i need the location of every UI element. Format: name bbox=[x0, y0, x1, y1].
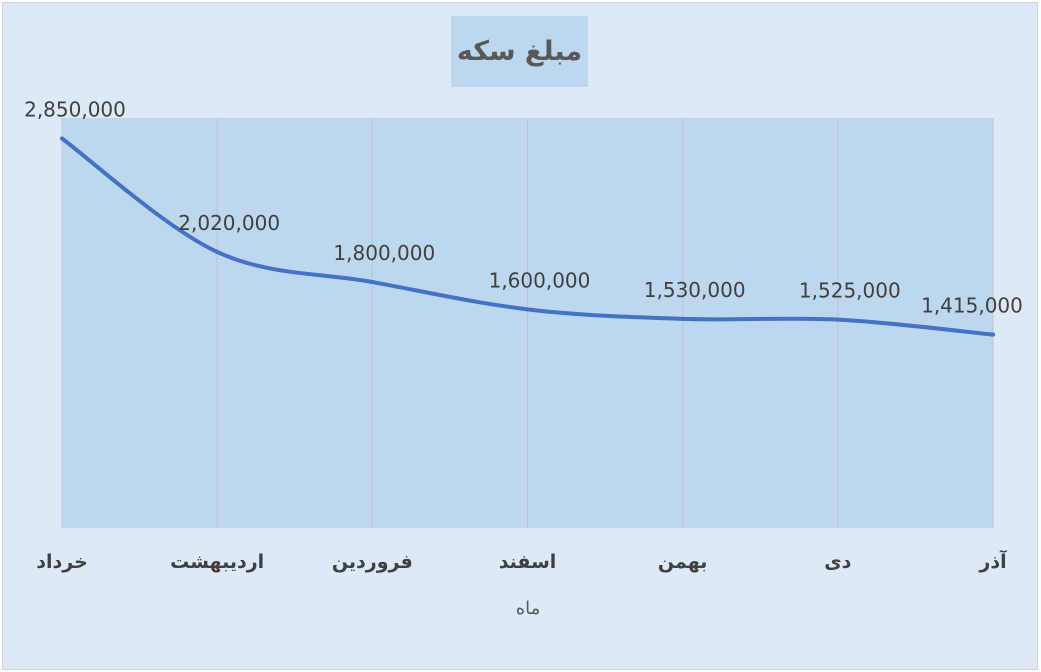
data-point-7 bbox=[991, 332, 995, 337]
data-label-3: 1,800,000 bbox=[333, 241, 435, 265]
category-label-5: بهمن bbox=[658, 551, 708, 573]
data-label-5: 1,530,000 bbox=[644, 278, 746, 302]
data-point-4 bbox=[525, 307, 530, 312]
category-label-3: فروردین bbox=[332, 551, 413, 573]
category-label-1: خرداد bbox=[36, 551, 88, 573]
category-label-7: آذر bbox=[978, 549, 1007, 573]
data-label-6: 1,525,000 bbox=[799, 279, 901, 303]
category-label-6: دی bbox=[824, 551, 851, 573]
data-label-1: 2,850,000 bbox=[24, 98, 126, 122]
data-point-3 bbox=[370, 280, 375, 284]
data-label-2: 2,020,000 bbox=[178, 211, 280, 235]
category-label-4: اسفند bbox=[499, 551, 557, 573]
x-axis-title: ماه bbox=[515, 598, 541, 619]
data-label-7: 1,415,000 bbox=[921, 294, 1023, 318]
line-chart: خرداد اردیبهشت فروردین اسفند بهمن دی آذر 2,850,… bbox=[24, 98, 1023, 574]
data-label-4: 1,600,000 bbox=[489, 268, 591, 292]
data-point-2 bbox=[215, 249, 220, 254]
data-point-6 bbox=[835, 317, 840, 322]
data-point-5 bbox=[680, 316, 685, 321]
data-point-1 bbox=[60, 136, 64, 141]
category-label-2: اردیبهشت bbox=[170, 551, 264, 573]
